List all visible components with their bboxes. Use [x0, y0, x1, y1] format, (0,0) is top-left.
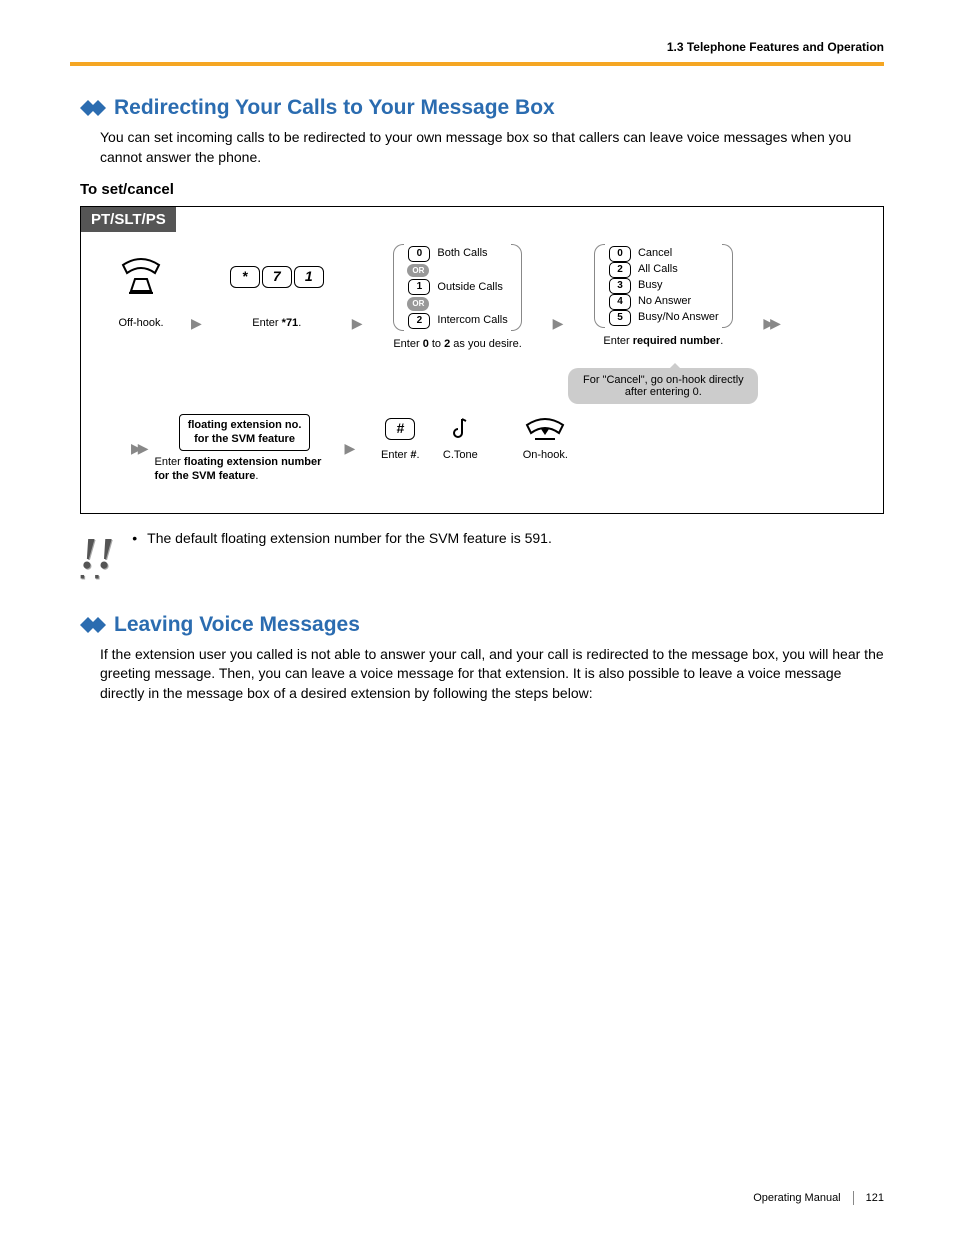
onhook-caption: On-hook.: [523, 448, 568, 462]
ctone-caption: C.Tone: [443, 448, 478, 462]
mode-options: 0Cancel 2All Calls 3Busy 4No Answer 5Bus…: [594, 242, 733, 330]
section-title-redirect: Redirecting Your Calls to Your Message B…: [80, 96, 884, 120]
footer-page-number: 121: [866, 1192, 884, 1204]
dial-71-keys: *71: [229, 242, 325, 312]
arrow-icon: ▶: [553, 315, 564, 332]
header-rule: [70, 62, 884, 66]
procedure-row-2: ▶▶ floating extension no. for the SVM fe…: [101, 414, 863, 483]
footer-divider: [853, 1191, 854, 1205]
hash-caption: Enter #.: [381, 448, 420, 462]
offhook-icon: [117, 242, 165, 312]
header-breadcrumb: 1.3 Telephone Features and Operation: [70, 40, 884, 54]
section-title-leaving: Leaving Voice Messages: [80, 613, 884, 637]
call-type-options: 0Both Calls OR 1Outside Calls OR 2Interc…: [393, 242, 521, 332]
offhook-caption: Off-hook.: [118, 316, 163, 330]
section-intro-redirect: You can set incoming calls to be redirec…: [100, 128, 884, 167]
footer-manual: Operating Manual: [753, 1192, 840, 1204]
page-footer: Operating Manual 121: [753, 1191, 884, 1205]
call-type-caption: Enter 0 to 2 as you desire.: [393, 337, 521, 351]
dial-71-caption: Enter *71.: [252, 316, 301, 330]
mode-caption: Enter required number.: [603, 334, 723, 348]
diamond-bullet-icon: [80, 100, 108, 116]
cancel-callout: For "Cancel", go on-hook directly after …: [568, 368, 758, 404]
procedure-row-1: Off-hook. ▶ *71 Enter *71. ▶ 0Both Cal: [101, 242, 863, 404]
continue-arrow-icon: ▶▶: [131, 440, 145, 457]
hash-key: #: [385, 418, 415, 440]
section-intro-leaving: If the extension user you called is not …: [100, 645, 884, 704]
procedure-box: PT/SLT/PS Off-hook. ▶: [80, 206, 884, 514]
diamond-bullet-icon: [80, 617, 108, 633]
floating-ext-caption: Enter floating extension number for the …: [155, 455, 335, 484]
subhead-set-cancel: To set/cancel: [80, 181, 884, 198]
note-row: !!▪ ▪ • The default floating extension n…: [80, 530, 884, 582]
bullet-icon: •: [132, 530, 137, 546]
arrow-icon: ▶: [191, 315, 202, 332]
confirmation-tone-icon: [450, 414, 470, 444]
note-icon: !!▪ ▪: [80, 530, 114, 582]
arrow-icon: ▶: [352, 315, 363, 332]
arrow-icon: ▶: [345, 440, 356, 457]
floating-ext-box: floating extension no. for the SVM featu…: [179, 414, 311, 450]
device-tab: PT/SLT/PS: [81, 207, 176, 232]
continue-arrow-icon: ▶▶: [763, 315, 777, 332]
note-text: The default floating extension number fo…: [147, 530, 552, 546]
onhook-icon: [521, 414, 569, 444]
